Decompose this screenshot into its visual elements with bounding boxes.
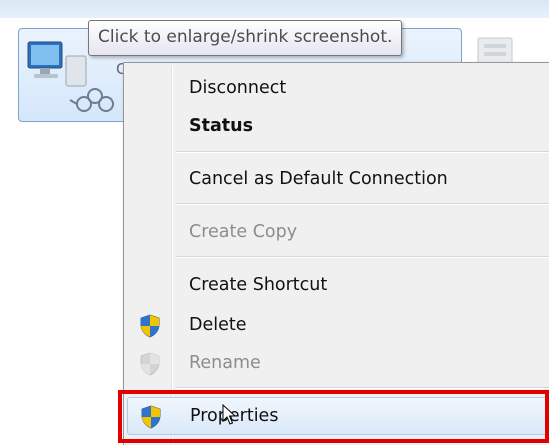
menu-separator (176, 203, 549, 205)
menu-item-label: Create Copy (189, 222, 298, 242)
menu-item-label: Disconnect (189, 78, 287, 98)
menu-item-label: Cancel as Default Connection (189, 169, 448, 189)
menu-item-label: Delete (189, 315, 247, 335)
menu-item-label: Create Shortcut (189, 275, 328, 295)
menu-item-disconnect[interactable]: Disconnect (127, 70, 549, 106)
mouse-cursor-icon (222, 403, 238, 426)
window-header-strip (0, 0, 549, 18)
highlight-box (118, 390, 549, 443)
menu-item-status[interactable]: Status (127, 108, 549, 144)
menu-item-cancel-default[interactable]: Cancel as Default Connection (127, 161, 549, 197)
uac-shield-icon (138, 352, 162, 376)
tooltip: Click to enlarge/shrink screenshot. (88, 20, 403, 56)
uac-shield-icon (138, 314, 162, 338)
menu-item-label: Rename (189, 353, 261, 373)
menu-item-create-copy: Create Copy (127, 214, 549, 250)
menu-separator (176, 387, 549, 389)
menu-item-label: Status (189, 116, 254, 136)
menu-item-create-shortcut[interactable]: Create Shortcut (127, 267, 549, 303)
context-menu: Disconnect Status Cancel as Default Conn… (123, 62, 549, 445)
menu-item-rename: Rename (127, 345, 549, 381)
menu-item-delete[interactable]: Delete (127, 307, 549, 343)
menu-separator (176, 256, 549, 258)
menu-separator (176, 151, 549, 153)
